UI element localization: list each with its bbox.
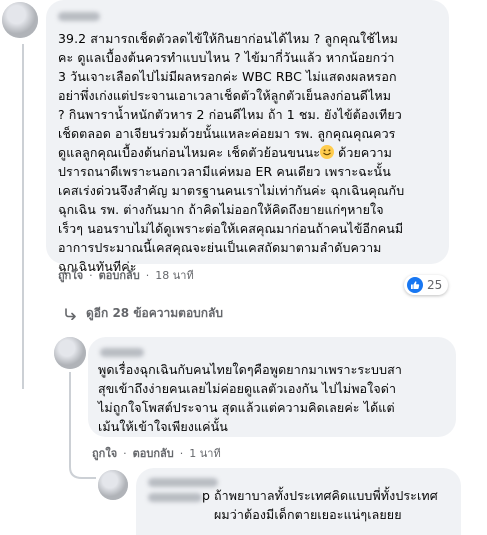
avatar[interactable] bbox=[54, 337, 86, 369]
comment-text: 39.2 สามารถเช็ดตัวลดไข้ให้กินยาก่อนได้ไห… bbox=[58, 31, 405, 274]
thread-connector bbox=[69, 372, 96, 479]
comment-actions: ถูกใจ · ตอบกลับ · 18 นาที bbox=[58, 266, 194, 284]
commenter-name[interactable] bbox=[100, 348, 144, 357]
reaction-count-label: 25 bbox=[427, 278, 443, 292]
reaction-count[interactable]: 25 bbox=[404, 275, 449, 295]
reply-button[interactable]: ตอบกลับ bbox=[99, 266, 140, 284]
comment-bubble: พูดเรื่องฉุกเฉินกับคนไทยใดๆคือพูดยากมาเพ… bbox=[88, 337, 456, 437]
avatar[interactable] bbox=[98, 470, 128, 500]
view-more-replies-label: ดูอีก 28 ข้อความตอบกลับ bbox=[86, 306, 223, 320]
timestamp[interactable]: 18 นาที bbox=[155, 266, 193, 284]
thumbs-up-icon bbox=[407, 277, 423, 293]
smiling-face-emoji-icon bbox=[320, 145, 335, 159]
reply-arrow-icon bbox=[65, 307, 76, 320]
reply-button[interactable]: ตอบกลับ bbox=[133, 444, 174, 462]
view-more-replies-link[interactable]: ดูอีก 28 ข้อความตอบกลับ bbox=[64, 304, 223, 323]
like-button[interactable]: ถูกใจ bbox=[58, 266, 83, 284]
comment-actions: ถูกใจ · ตอบกลับ · 1 นาที bbox=[92, 444, 221, 462]
thread-line-main bbox=[22, 44, 24, 389]
commenter-name-line2 bbox=[148, 493, 202, 502]
comment-bubble: 39.2 สามารถเช็ดตัวลดไข้ให้กินยาก่อนได้ไห… bbox=[46, 0, 449, 274]
comment-bubble: p ถ้าพยาบาลทั้งประเทศคิดแบบพี่ทั้งประเทศ… bbox=[136, 468, 461, 535]
commenter-name[interactable] bbox=[58, 12, 100, 21]
commenter-name-suffix: p bbox=[202, 488, 211, 503]
comment-text: ถ้าพยาบาลทั้งประเทศคิดแบบพี่ทั้งประเทศ ผ… bbox=[214, 488, 438, 522]
avatar[interactable] bbox=[2, 2, 38, 38]
timestamp[interactable]: 1 นาที bbox=[189, 444, 220, 462]
comment-text: พูดเรื่องฉุกเฉินกับคนไทยใดๆคือพูดยากมาเพ… bbox=[98, 362, 402, 434]
